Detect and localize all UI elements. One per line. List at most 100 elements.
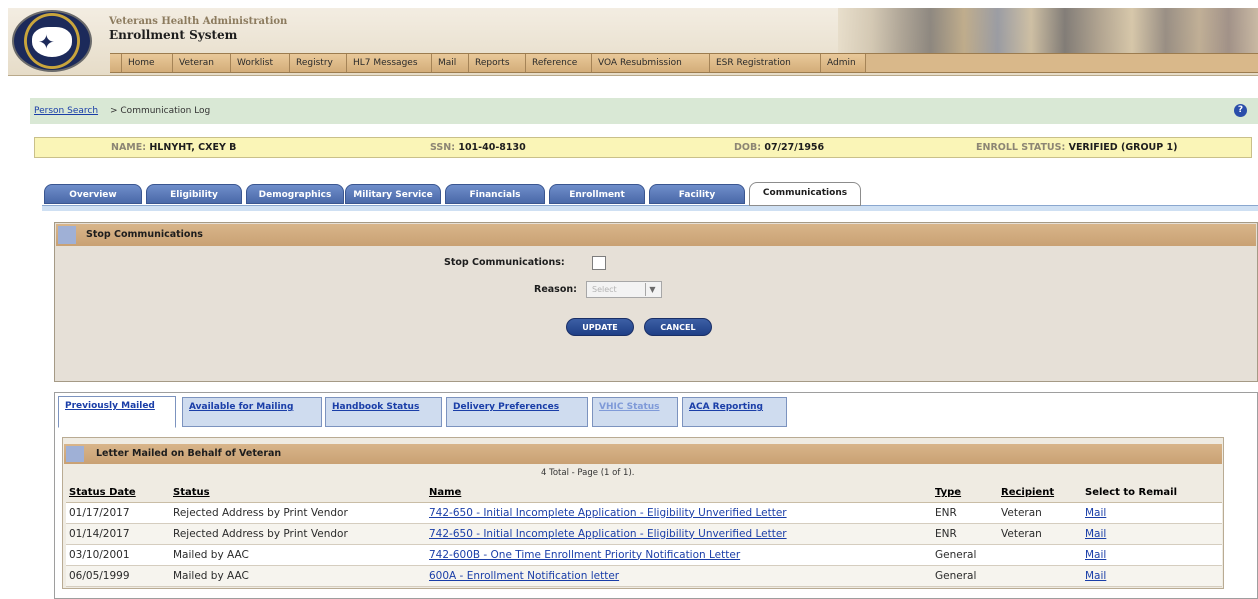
header-photo-banner (838, 8, 1258, 53)
tab-facility[interactable]: Facility (649, 184, 745, 204)
person-ssn: 101-40-8130 (458, 142, 526, 153)
nav-voa-resubmission[interactable]: VOA Resubmission (592, 54, 710, 72)
person-dob: 07/27/1956 (764, 142, 825, 153)
cell-status-date: 01/17/2017 (66, 502, 170, 524)
column-label: Select to Remail (1085, 487, 1178, 499)
remail-link[interactable]: Mail (1085, 528, 1106, 540)
person-enroll-status-field: ENROLL STATUS: VERIFIED (GROUP 1) (976, 142, 1177, 153)
chevron-down-icon[interactable]: ▼ (645, 283, 659, 296)
cell-status-date: 01/14/2017 (66, 523, 170, 545)
person-name: HLNYHT, CXEY B (149, 142, 237, 153)
cell-status: Mailed by AAC (170, 565, 426, 587)
nav-home[interactable]: Home (122, 54, 173, 72)
nav-veteran[interactable]: Veteran (173, 54, 231, 72)
column-header-status[interactable]: Status (170, 484, 426, 503)
person-name-field: NAME: HLNYHT, CXEY B (111, 142, 236, 153)
tab-previously-mailed[interactable]: Previously Mailed (58, 396, 176, 428)
person-dob-field: DOB: 07/27/1956 (734, 142, 824, 153)
letters-count: 4 Total - Page (1 of 1). (541, 468, 635, 478)
name-label: NAME: (111, 142, 147, 153)
tab-communications[interactable]: Communications (749, 182, 861, 206)
ssn-label: SSN: (430, 142, 456, 153)
cell-recipient: Veteran (998, 523, 1082, 545)
tab-military-service[interactable]: Military Service (345, 184, 441, 204)
cell-name: 742-650 - Initial Incomplete Application… (426, 523, 932, 545)
enroll-status-value: VERIFIED (GROUP 1) (1068, 142, 1178, 153)
letters-table: Status Date Status Name Type Recipient S… (66, 484, 1222, 587)
help-icon[interactable]: ? (1234, 104, 1247, 117)
system-title: Enrollment System (109, 28, 238, 42)
column-header-name[interactable]: Name (426, 484, 932, 503)
cancel-button[interactable]: CANCEL (644, 318, 712, 336)
section-marker-icon (58, 226, 76, 244)
cell-status-date: 03/10/2001 (66, 544, 170, 566)
column-label: Name (429, 487, 462, 499)
tab-handbook-status[interactable]: Handbook Status (325, 397, 442, 427)
breadcrumb-person-search-link[interactable]: Person Search (34, 106, 98, 116)
table-row: 03/10/2001 Mailed by AAC 742-600B - One … (66, 544, 1222, 566)
nav-esr-registration[interactable]: ESR Registration (710, 54, 821, 72)
nav-admin[interactable]: Admin (821, 54, 866, 72)
column-label: Type (935, 487, 962, 499)
nav-mail[interactable]: Mail (432, 54, 469, 72)
cell-remail: Mail (1082, 502, 1222, 524)
table-row: 01/14/2017 Rejected Address by Print Ven… (66, 523, 1222, 545)
cell-recipient (998, 565, 1082, 587)
cell-name: 742-600B - One Time Enrollment Priority … (426, 544, 932, 566)
remail-link[interactable]: Mail (1085, 570, 1106, 582)
tab-enrollment[interactable]: Enrollment (549, 184, 645, 204)
nav-spacer (110, 54, 122, 72)
cell-recipient: Veteran (998, 502, 1082, 524)
nav-hl7-messages[interactable]: HL7 Messages (347, 54, 432, 72)
stop-communications-header (56, 224, 1256, 246)
tab-delivery-preferences[interactable]: Delivery Preferences (446, 397, 588, 427)
tab-available-for-mailing[interactable]: Available for Mailing (182, 397, 322, 427)
nav-reference[interactable]: Reference (526, 54, 592, 72)
letters-title: Letter Mailed on Behalf of Veteran (96, 448, 282, 459)
tab-aca-reporting[interactable]: ACA Reporting (682, 397, 787, 427)
nav-reports[interactable]: Reports (469, 54, 526, 72)
breadcrumb (30, 98, 1258, 124)
person-info-bar: NAME: HLNYHT, CXEY B SSN: 101-40-8130 DO… (34, 137, 1252, 158)
cell-type: ENR (932, 523, 998, 545)
dob-label: DOB: (734, 142, 762, 153)
tab-overview[interactable]: Overview (44, 184, 142, 204)
section-marker-icon (66, 446, 84, 462)
column-header-status-date[interactable]: Status Date (66, 484, 170, 503)
nav-worklist[interactable]: Worklist (231, 54, 290, 72)
column-label: Recipient (1001, 487, 1055, 499)
reason-label: Reason: (534, 284, 577, 295)
update-button[interactable]: UPDATE (566, 318, 634, 336)
tab-financials[interactable]: Financials (445, 184, 545, 204)
letter-name-link[interactable]: 742-650 - Initial Incomplete Application… (429, 528, 787, 540)
cell-type: General (932, 565, 998, 587)
tab-vhic-status[interactable]: VHIC Status (592, 397, 678, 427)
cell-remail: Mail (1082, 523, 1222, 545)
remail-link[interactable]: Mail (1085, 549, 1106, 561)
stop-communications-checkbox[interactable] (592, 256, 606, 270)
tab-eligibility[interactable]: Eligibility (146, 184, 242, 204)
column-header-recipient[interactable]: Recipient (998, 484, 1082, 503)
cell-remail: Mail (1082, 565, 1222, 587)
letter-name-link[interactable]: 600A - Enrollment Notification letter (429, 570, 619, 582)
tab-demographics[interactable]: Demographics (246, 184, 344, 204)
breadcrumb-current-page: > Communication Log (110, 106, 211, 116)
table-row: 06/05/1999 Mailed by AAC 600A - Enrollme… (66, 565, 1222, 587)
stop-communications-panel (54, 222, 1258, 382)
letter-name-link[interactable]: 742-600B - One Time Enrollment Priority … (429, 549, 740, 561)
cell-recipient (998, 544, 1082, 566)
stop-communications-title: Stop Communications (86, 229, 203, 240)
letter-name-link[interactable]: 742-650 - Initial Incomplete Application… (429, 507, 787, 519)
cell-name: 600A - Enrollment Notification letter (426, 565, 932, 587)
enroll-status-label: ENROLL STATUS: (976, 142, 1066, 153)
cell-type: General (932, 544, 998, 566)
agency-name: Veterans Health Administration (109, 16, 288, 27)
column-header-select-to-remail: Select to Remail (1082, 484, 1222, 503)
cell-remail: Mail (1082, 544, 1222, 566)
column-label: Status (173, 487, 210, 499)
column-header-type[interactable]: Type (932, 484, 998, 503)
remail-link[interactable]: Mail (1085, 507, 1106, 519)
cell-type: ENR (932, 502, 998, 524)
nav-registry[interactable]: Registry (290, 54, 347, 72)
stop-communications-label: Stop Communications: (444, 257, 565, 268)
